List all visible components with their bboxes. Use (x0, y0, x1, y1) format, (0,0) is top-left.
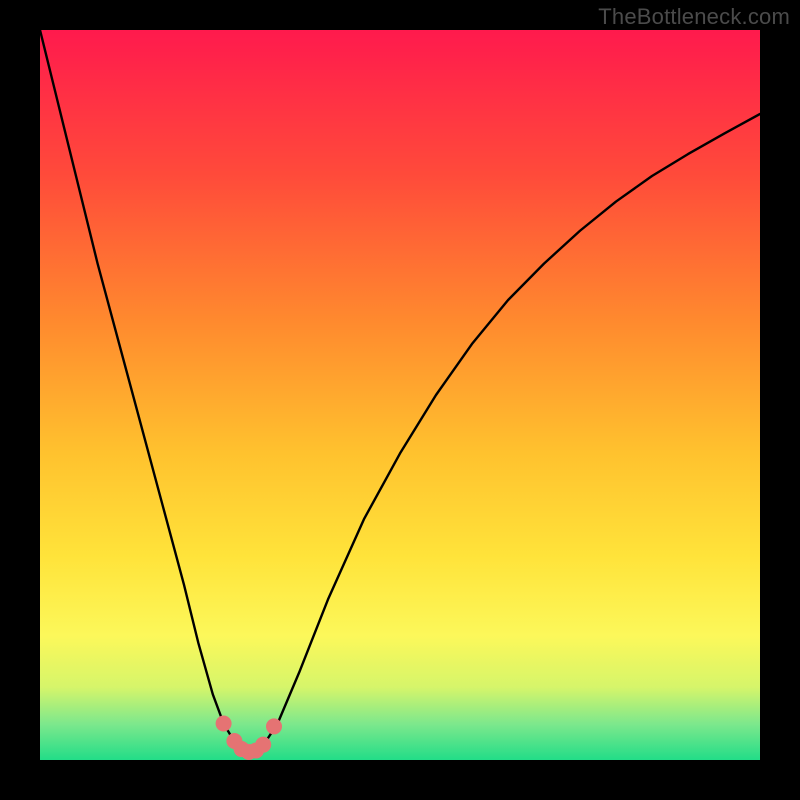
watermark-text: TheBottleneck.com (598, 4, 790, 30)
fit-dot (255, 737, 271, 753)
chart-frame: TheBottleneck.com (0, 0, 800, 800)
bottleneck-chart (40, 30, 760, 760)
gradient-background (40, 30, 760, 760)
fit-dot (266, 718, 282, 734)
fit-dot (216, 716, 232, 732)
